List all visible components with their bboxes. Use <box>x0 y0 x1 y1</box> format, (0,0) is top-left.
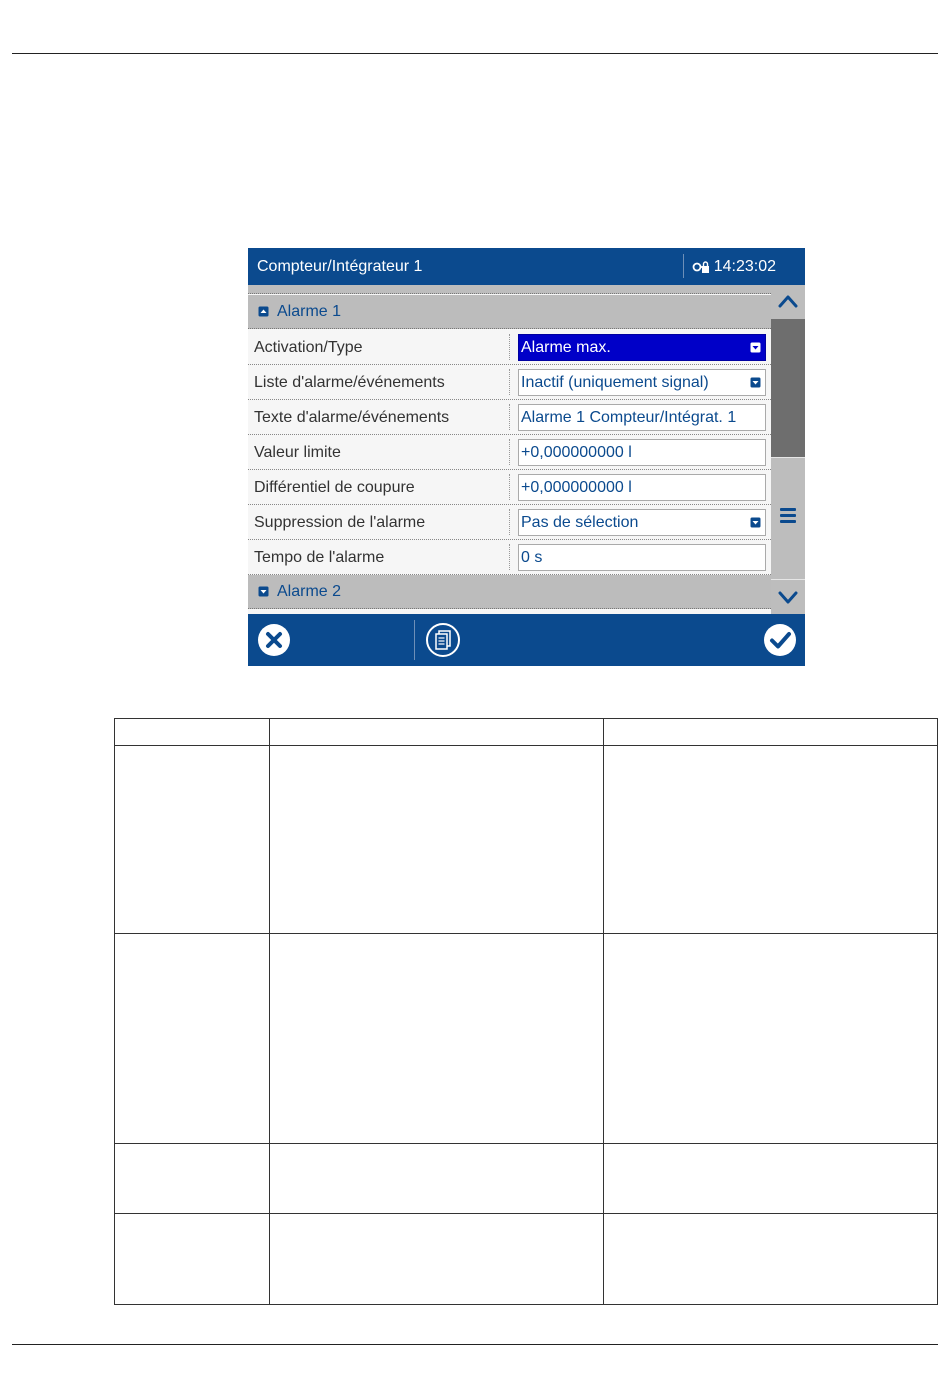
row-divider <box>509 404 510 430</box>
group-header-alarme-2[interactable]: Alarme 2 <box>248 575 771 609</box>
row-label: Liste d'alarme/événements <box>254 374 445 391</box>
device-screen: Compteur/Intégrateur 1 14:23:02 Alarme 1… <box>248 248 805 666</box>
field-value: Pas de sélection <box>521 514 639 531</box>
title-separator <box>683 254 684 278</box>
row-limit-value[interactable]: Valeur limite +0,000000000 l <box>248 435 771 470</box>
parameter-list: Alarme 1 Activation/Type Alarme max. Lis… <box>248 285 771 614</box>
field-value: Alarme max. <box>521 339 611 356</box>
parameter-description-table <box>114 718 938 1305</box>
group-label: Alarme 2 <box>277 583 342 600</box>
group-header-alarme-1[interactable]: Alarme 1 <box>248 295 771 329</box>
field-value: Inactif (uniquement signal) <box>521 374 709 391</box>
row-label: Activation/Type <box>254 339 363 356</box>
row-divider <box>509 509 510 535</box>
field-value: +0,000000000 l <box>521 479 632 496</box>
clock-time: 14:23:02 <box>713 258 776 275</box>
expand-icon <box>258 586 269 597</box>
table-row-divider <box>115 1143 937 1144</box>
row-divider <box>509 334 510 360</box>
field-value: Alarme 1 Compteur/Intégrat. 1 <box>521 409 737 426</box>
page-bottom-rule <box>12 1344 938 1345</box>
row-label: Différentiel de coupure <box>254 479 415 496</box>
cancel-icon[interactable] <box>257 623 291 657</box>
hysteresis-input[interactable]: +0,000000000 l <box>518 474 766 501</box>
page-top-rule <box>12 53 938 54</box>
dropdown-arrow-icon <box>750 342 761 353</box>
row-divider <box>509 439 510 465</box>
dropdown-arrow-icon <box>750 377 761 388</box>
table-row-divider <box>115 745 937 746</box>
row-divider <box>509 474 510 500</box>
table-row-divider <box>115 1213 937 1214</box>
group-label: Alarme 1 <box>277 303 342 320</box>
document-icon[interactable] <box>426 623 460 657</box>
row-activation-type[interactable]: Activation/Type Alarme max. <box>248 330 771 365</box>
row-alarm-event-list[interactable]: Liste d'alarme/événements Inactif (uniqu… <box>248 365 771 400</box>
footer-separator <box>414 620 415 660</box>
scrollbar-thumb[interactable] <box>771 319 805 457</box>
previous-group-peek <box>248 285 771 294</box>
screen-title: Compteur/Intégrateur 1 <box>257 258 423 275</box>
lock-icon <box>692 261 709 273</box>
limit-value-input[interactable]: +0,000000000 l <box>518 439 766 466</box>
collapse-icon <box>258 306 269 317</box>
row-alarm-suppression[interactable]: Suppression de l'alarme Pas de sélection <box>248 505 771 540</box>
field-value: 0 s <box>521 549 543 566</box>
title-bar: Compteur/Intégrateur 1 14:23:02 <box>248 248 805 285</box>
chevron-up-icon[interactable] <box>771 285 805 319</box>
row-label: Tempo de l'alarme <box>254 549 385 566</box>
row-alarm-delay[interactable]: Tempo de l'alarme 0 s <box>248 540 771 575</box>
row-label: Valeur limite <box>254 444 341 461</box>
alarm-suppression-dropdown[interactable]: Pas de sélection <box>518 509 766 536</box>
alarm-event-text-input[interactable]: Alarme 1 Compteur/Intégrat. 1 <box>518 404 766 431</box>
status-area: 14:23:02 <box>692 258 776 276</box>
row-label: Suppression de l'alarme <box>254 514 426 531</box>
alarm-delay-input[interactable]: 0 s <box>518 544 766 571</box>
row-alarm-event-text[interactable]: Texte d'alarme/événements Alarme 1 Compt… <box>248 400 771 435</box>
dropdown-arrow-icon <box>750 517 761 528</box>
row-divider <box>509 544 510 570</box>
footer-bar <box>248 614 805 666</box>
table-row-divider <box>115 933 937 934</box>
activation-type-dropdown[interactable]: Alarme max. <box>518 334 766 361</box>
field-value: +0,000000000 l <box>521 444 632 461</box>
table-column-divider <box>603 719 604 1304</box>
row-divider <box>509 369 510 395</box>
scrollbar[interactable] <box>771 285 805 614</box>
chevron-down-icon[interactable] <box>771 580 805 614</box>
checkmark-icon[interactable] <box>763 623 797 657</box>
table-column-divider <box>269 719 270 1304</box>
alarm-event-list-dropdown[interactable]: Inactif (uniquement signal) <box>518 369 766 396</box>
row-hysteresis[interactable]: Différentiel de coupure +0,000000000 l <box>248 470 771 505</box>
menu-icon[interactable] <box>771 457 805 577</box>
row-label: Texte d'alarme/événements <box>254 409 450 426</box>
